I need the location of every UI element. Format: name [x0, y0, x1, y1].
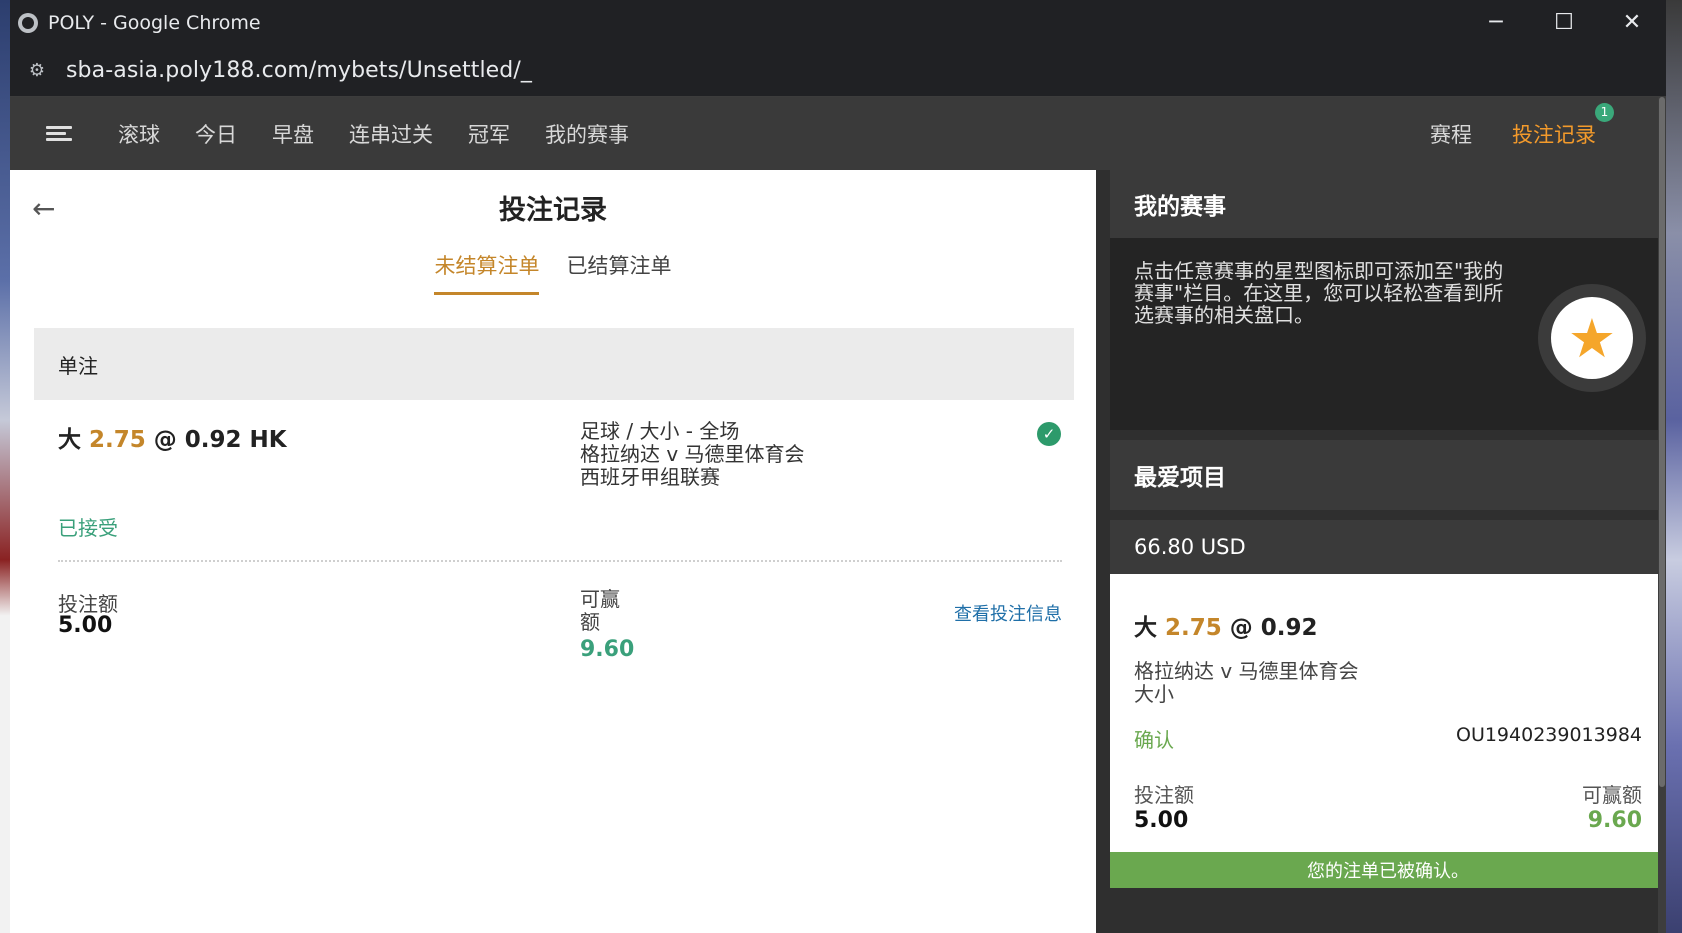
- page-title: 投注记录: [499, 195, 607, 226]
- my-events-title: 我的赛事: [1110, 170, 1666, 238]
- close-button[interactable]: ✕: [1598, 0, 1666, 45]
- window-title: POLY - Google Chrome: [48, 11, 261, 34]
- nav-item-outright[interactable]: 冠军: [468, 119, 510, 149]
- balance: 66.80 USD: [1110, 520, 1666, 574]
- nav-bet-record-label: 投注记录: [1512, 122, 1596, 147]
- slip-handicap: 2.75: [1165, 615, 1222, 641]
- bet-tabs: 未结算注单 已结算注单: [10, 250, 1096, 295]
- my-events-text: 点击任意赛事的星型图标即可添加至"我的赛事"栏目。在这里，您可以轻松查看到所选赛…: [1134, 259, 1504, 327]
- bet-slip-card: 大 2.75 @ 0.92 格拉纳达 v 马德里体育会 大小 确认 OU1940…: [1110, 574, 1666, 888]
- bet-count-badge: 1: [1595, 102, 1614, 122]
- title-bar: POLY - Google Chrome ─ ☐ ✕: [10, 0, 1666, 45]
- globe-icon: [18, 12, 38, 33]
- check-icon: ✓: [1037, 422, 1061, 446]
- slip-stake-value: 5.00: [1134, 808, 1189, 833]
- right-sidebar: 我的赛事 点击任意赛事的星型图标即可添加至"我的赛事"栏目。在这里，您可以轻松查…: [1110, 170, 1666, 933]
- slip-pick: 大: [1134, 615, 1157, 641]
- divider: [58, 560, 1062, 562]
- nav-item-live[interactable]: 滚球: [118, 119, 160, 149]
- nav-item-today[interactable]: 今日: [195, 119, 237, 149]
- minimize-button[interactable]: ─: [1462, 0, 1530, 45]
- match-info: 足球 / 大小 - 全场 格拉纳达 v 马德里体育会 西班牙甲组联赛: [580, 420, 805, 489]
- slip-win-label: 可赢额: [1582, 783, 1642, 807]
- top-nav: 滚球 今日 早盘 连串过关 冠军 我的赛事 赛程 投注记录 1: [10, 97, 1666, 170]
- slip-odds: 0.92: [1260, 615, 1318, 641]
- win-value: 9.60: [580, 637, 635, 662]
- slip-confirm-status: 确认: [1134, 728, 1174, 752]
- nav-item-parlay[interactable]: 连串过关: [349, 119, 433, 149]
- bet-at: @: [153, 427, 177, 453]
- desktop-background-left: [0, 0, 10, 933]
- win-label: 可赢额: [580, 587, 620, 634]
- nav-item-early[interactable]: 早盘: [272, 119, 314, 149]
- url-text[interactable]: sba-asia.poly188.com/mybets/Unsettled/_: [66, 58, 532, 83]
- slip-at: @: [1229, 615, 1253, 641]
- bet-status: 已接受: [58, 516, 118, 540]
- view-bet-info-link[interactable]: 查看投注信息: [954, 600, 1062, 626]
- slip-win-value: 9.60: [1587, 808, 1642, 833]
- bet-pick: 大: [58, 427, 81, 453]
- bet-record-panel: ← 投注记录 未结算注单 已结算注单 单注 大 2.75 @ 0.92 HK 足…: [10, 170, 1096, 933]
- nav-item-my-events[interactable]: 我的赛事: [545, 119, 629, 149]
- bet-selection: 大 2.75 @ 0.92 HK: [58, 420, 287, 454]
- section-single-bet: 单注: [34, 328, 1074, 400]
- maximize-button[interactable]: ☐: [1530, 0, 1598, 45]
- slip-match: 格拉纳达 v 马德里体育会: [1134, 659, 1359, 683]
- address-bar[interactable]: ⚙ sba-asia.poly188.com/mybets/Unsettled/…: [10, 45, 1666, 97]
- slip-selection: 大 2.75 @ 0.92: [1134, 608, 1318, 642]
- nav-bet-record[interactable]: 投注记录 1: [1512, 102, 1614, 149]
- browser-window: POLY - Google Chrome ─ ☐ ✕ ⚙ sba-asia.po…: [10, 0, 1666, 933]
- slip-stake-label: 投注额: [1134, 783, 1194, 807]
- menu-icon[interactable]: [46, 125, 72, 142]
- page: 滚球 今日 早盘 连串过关 冠军 我的赛事 赛程 投注记录 1 ← 投注记录 未…: [10, 97, 1666, 933]
- scrollbar[interactable]: [1658, 97, 1666, 933]
- slip-match-info: 格拉纳达 v 马德里体育会 大小: [1134, 660, 1359, 706]
- stake-value: 5.00: [58, 613, 113, 638]
- slip-market: 大小: [1134, 682, 1174, 706]
- bet-odds: 0.92 HK: [184, 427, 287, 453]
- scrollbar-thumb[interactable]: [1659, 97, 1665, 787]
- desktop-background-right: [1666, 0, 1682, 933]
- tab-unsettled[interactable]: 未结算注单: [434, 250, 540, 295]
- nav-schedule[interactable]: 赛程: [1430, 119, 1472, 149]
- bet-handicap: 2.75: [89, 427, 146, 453]
- sport-market: 足球 / 大小 - 全场: [580, 419, 740, 443]
- site-info-icon[interactable]: ⚙: [24, 58, 50, 84]
- star-badge: ★: [1538, 284, 1646, 392]
- confirmed-message: 您的注单已被确认。: [1110, 852, 1666, 888]
- slip-ref-id: OU1940239013984: [1455, 724, 1642, 746]
- my-events-body: 点击任意赛事的星型图标即可添加至"我的赛事"栏目。在这里，您可以轻松查看到所选赛…: [1110, 238, 1666, 430]
- match-teams: 格拉纳达 v 马德里体育会: [580, 442, 805, 466]
- tab-settled[interactable]: 已结算注单: [567, 250, 672, 292]
- favorites-title: 最爱项目: [1110, 440, 1666, 510]
- league-name: 西班牙甲组联赛: [580, 465, 720, 489]
- star-icon: ★: [1551, 297, 1633, 379]
- section-title: 单注: [58, 353, 98, 378]
